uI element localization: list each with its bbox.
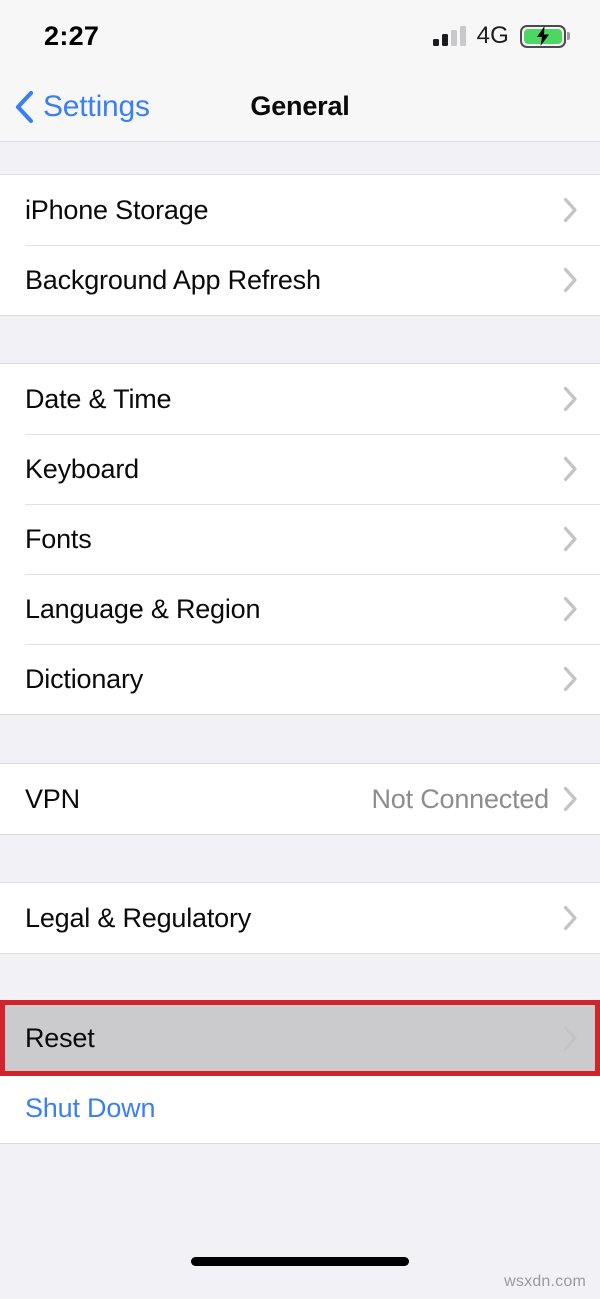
settings-row[interactable]: Date & Time [0,364,600,434]
chevron-right-icon [563,666,577,692]
battery-charging-icon [520,24,566,48]
chevron-left-icon [15,90,34,123]
group-spacer [0,316,600,363]
settings-row-label: Legal & Regulatory [25,902,252,933]
settings-group: Legal & Regulatory [0,882,600,954]
settings-row[interactable]: Fonts [0,504,600,574]
chevron-right-icon [563,596,577,622]
home-indicator [191,1257,409,1266]
settings-row-label: Reset [25,1022,95,1053]
settings-row[interactable]: Dictionary [0,644,600,714]
cellular-signal-icon [432,26,466,46]
settings-row-value: Not Connected [371,783,549,814]
settings-group: VPN Not Connected [0,763,600,835]
chevron-right-icon [563,197,577,223]
settings-row[interactable]: iPhone Storage [0,175,600,245]
settings-group: Reset Shut Down [0,1002,600,1144]
settings-row-label: iPhone Storage [25,194,209,225]
network-type-label: 4G [476,22,509,49]
chevron-right-icon [563,526,577,552]
settings-row-label: Dictionary [25,663,144,694]
settings-row[interactable]: Reset [0,1003,600,1073]
settings-group: Date & Time Keyboard Fonts Language & Regio… [0,363,600,715]
chevron-right-icon [563,1025,577,1051]
chevron-right-icon [563,386,577,412]
back-button[interactable]: Settings [0,90,150,124]
settings-row[interactable]: Language & Region [0,574,600,644]
status-bar-indicators: 4G [432,22,566,50]
settings-row[interactable]: VPN Not Connected [0,764,600,834]
group-spacer [0,142,600,174]
settings-row-label: Keyboard [25,453,139,484]
group-spacer [0,835,600,882]
group-spacer [0,954,600,1002]
settings-row-label: Language & Region [25,593,261,624]
settings-list[interactable]: iPhone Storage Background App Refresh Date… [0,142,600,1299]
settings-row[interactable]: Background App Refresh [0,245,600,315]
settings-row[interactable]: Legal & Regulatory [0,883,600,953]
chevron-right-icon [563,905,577,931]
navigation-bar: Settings General [0,72,600,142]
chevron-right-icon [563,267,577,293]
settings-row-label: Shut Down [25,1092,156,1123]
settings-row[interactable]: Keyboard [0,434,600,504]
settings-row-label: Date & Time [25,383,172,414]
settings-group: iPhone Storage Background App Refresh [0,174,600,316]
settings-row-label: Fonts [25,523,92,554]
settings-row-label: VPN [25,783,80,814]
settings-row-label: Background App Refresh [25,264,321,295]
settings-groups: iPhone Storage Background App Refresh Date… [0,142,600,1144]
chevron-right-icon [563,786,577,812]
status-bar: 2:27 4G [0,0,600,72]
chevron-right-icon [563,456,577,482]
group-spacer [0,715,600,763]
back-button-label: Settings [43,89,150,123]
settings-row[interactable]: Shut Down [0,1073,600,1143]
status-bar-time: 2:27 [44,20,100,51]
watermark: wsxdn.com [504,1273,586,1290]
